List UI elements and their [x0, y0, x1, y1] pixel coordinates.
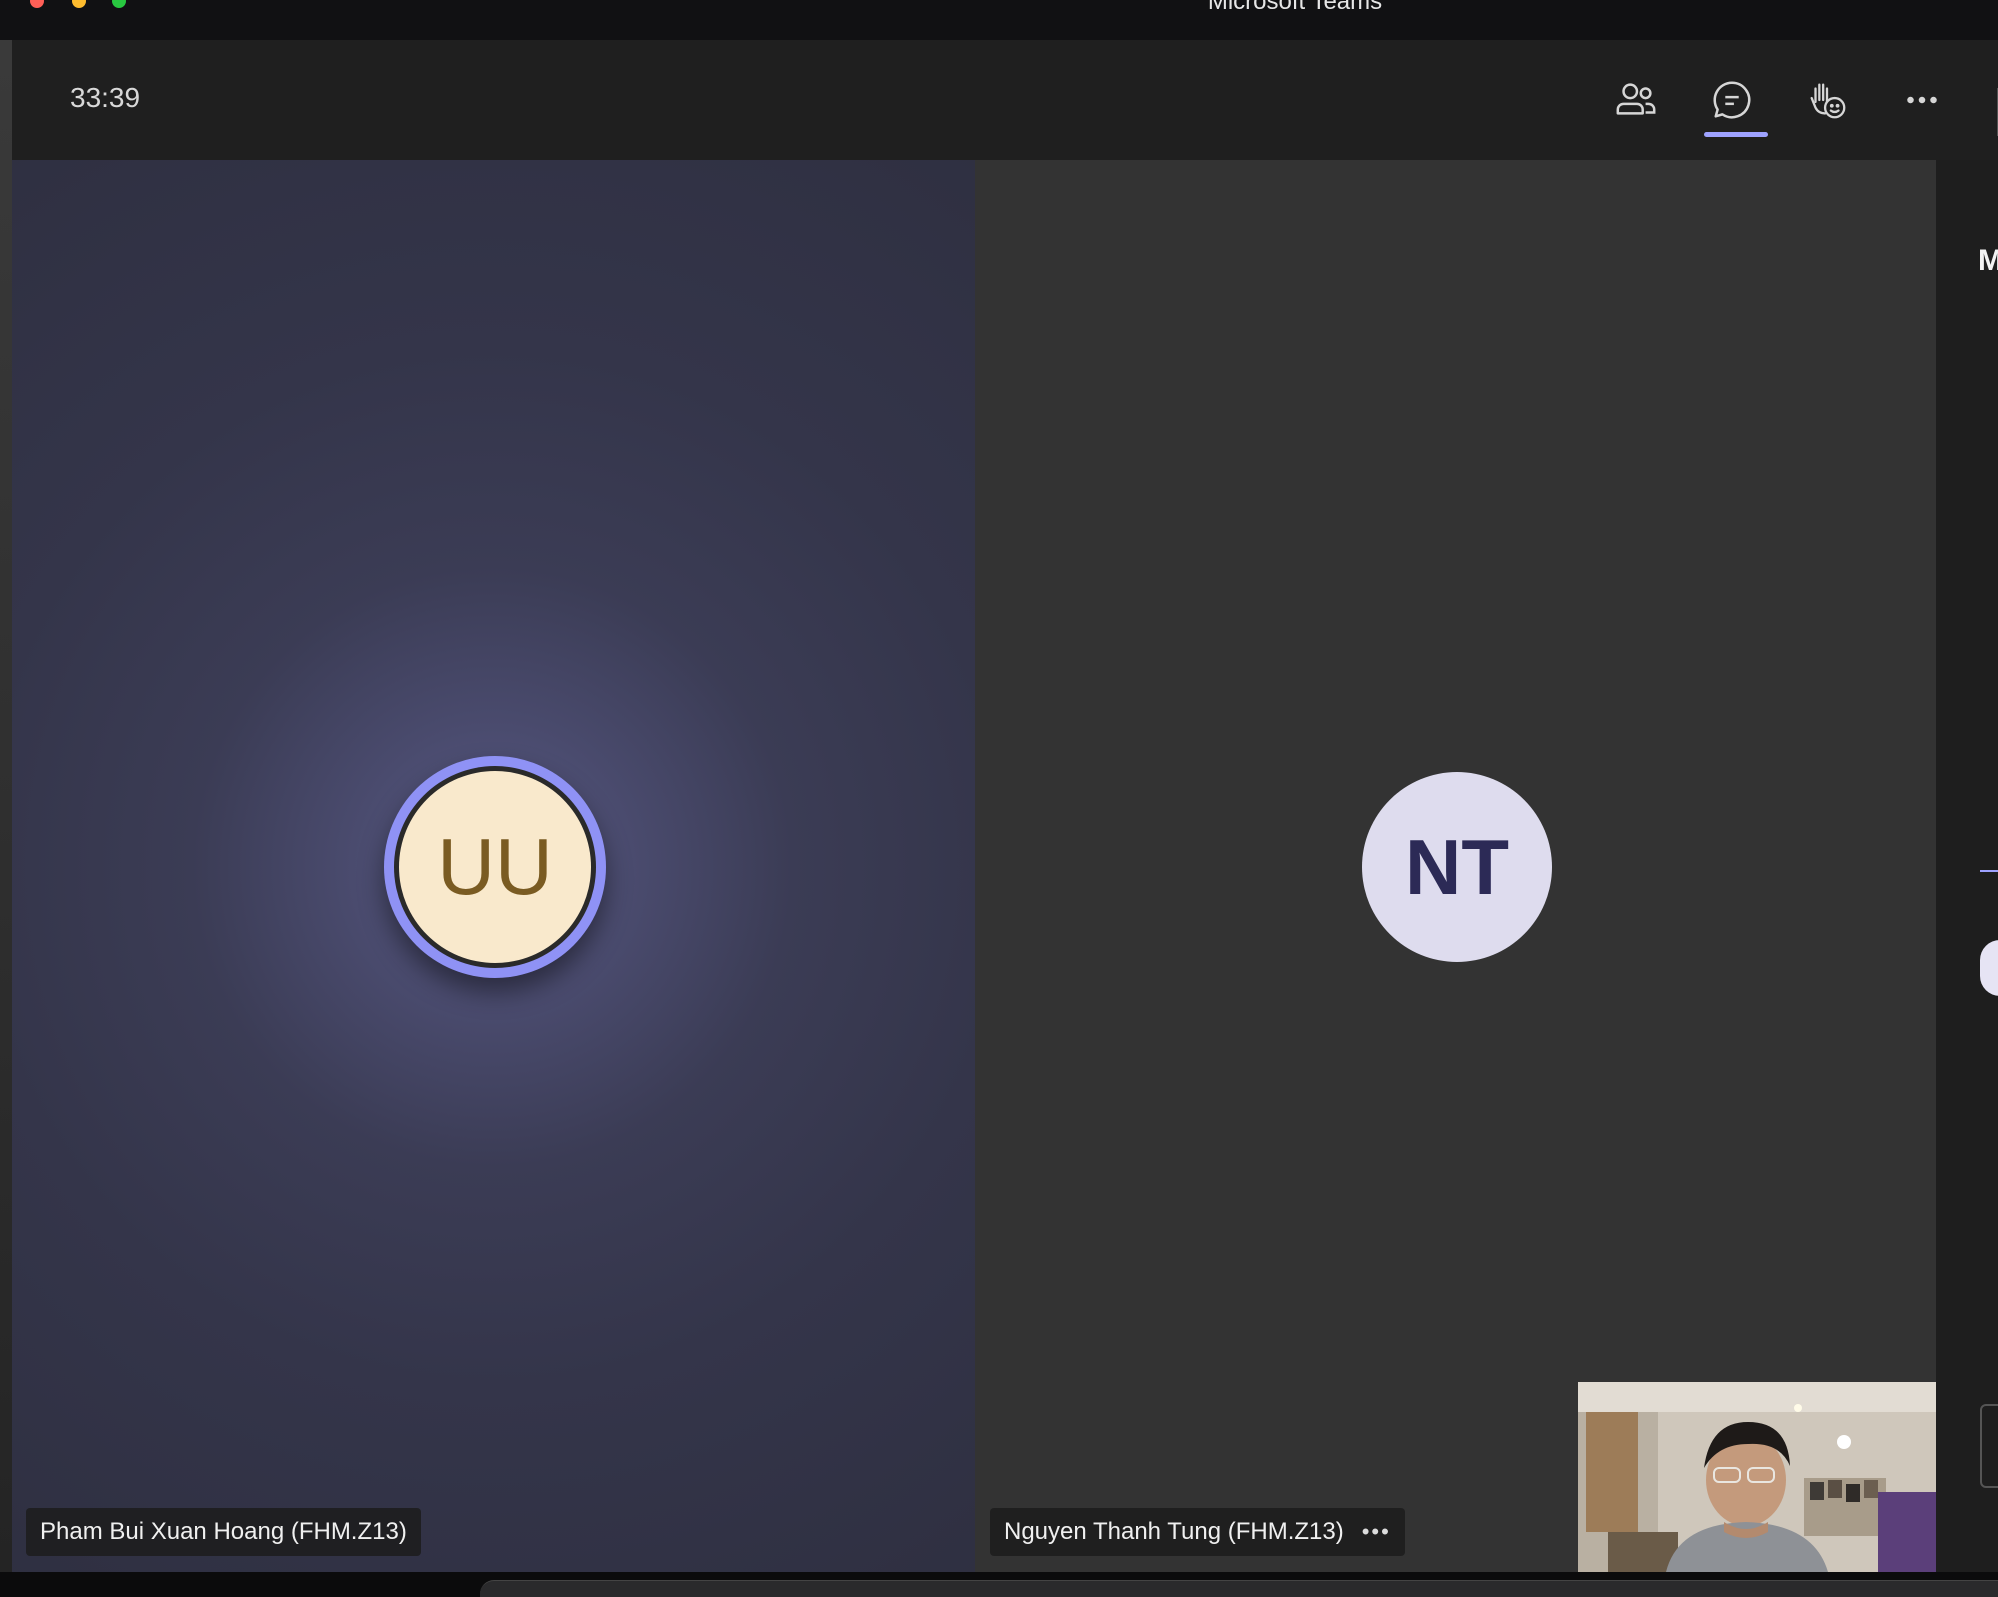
participant-name: Nguyen Thanh Tung (FHM.Z13)	[1004, 1518, 1344, 1545]
people-button[interactable]	[1606, 70, 1666, 130]
meeting-toolbar: 33:39	[12, 40, 1998, 160]
raise-hand-react-icon	[1810, 83, 1846, 119]
participant-more-button[interactable]: •••	[1362, 1519, 1391, 1545]
chat-active-indicator	[1704, 132, 1768, 137]
meeting-timer: 33:39	[70, 82, 141, 113]
avatar-uu: UU	[399, 771, 591, 963]
self-video-image	[1578, 1382, 1936, 1572]
people-icon	[1616, 83, 1656, 115]
side-panel-avatar[interactable]	[1980, 940, 1998, 996]
participant-nameplate: Pham Bui Xuan Hoang (FHM.Z13)	[26, 1508, 421, 1556]
side-panel: M	[1936, 160, 1998, 1572]
more-horizontal-icon	[1907, 96, 1937, 104]
chat-button[interactable]	[1702, 70, 1762, 130]
os-dock[interactable]	[480, 1580, 1998, 1597]
window-title: Microsoft Teams	[1207, 0, 1383, 15]
participant-nameplate: Nguyen Thanh Tung (FHM.Z13) •••	[990, 1508, 1405, 1556]
zoom-window-button[interactable]	[112, 0, 126, 8]
side-panel-tab-indicator	[1980, 870, 1998, 872]
side-panel-compose-box[interactable]	[1980, 1404, 1998, 1488]
more-options-button[interactable]	[1892, 70, 1952, 130]
self-video-preview[interactable]	[1578, 1382, 1936, 1572]
video-stage: UU NT Pham Bui Xuan Hoang (FHM.Z13) Nguy…	[12, 160, 1936, 1572]
chat-icon	[1713, 81, 1751, 119]
participant-name: Pham Bui Xuan Hoang (FHM.Z13)	[40, 1518, 407, 1545]
close-window-button[interactable]	[30, 0, 44, 8]
minimize-window-button[interactable]	[72, 0, 86, 8]
window-titlebar: Microsoft Teams	[0, 0, 1998, 41]
avatar-nt: NT	[1362, 772, 1552, 962]
background-window-edge	[0, 40, 12, 1580]
side-panel-heading: M	[1978, 244, 1998, 277]
react-button[interactable]	[1797, 70, 1857, 130]
